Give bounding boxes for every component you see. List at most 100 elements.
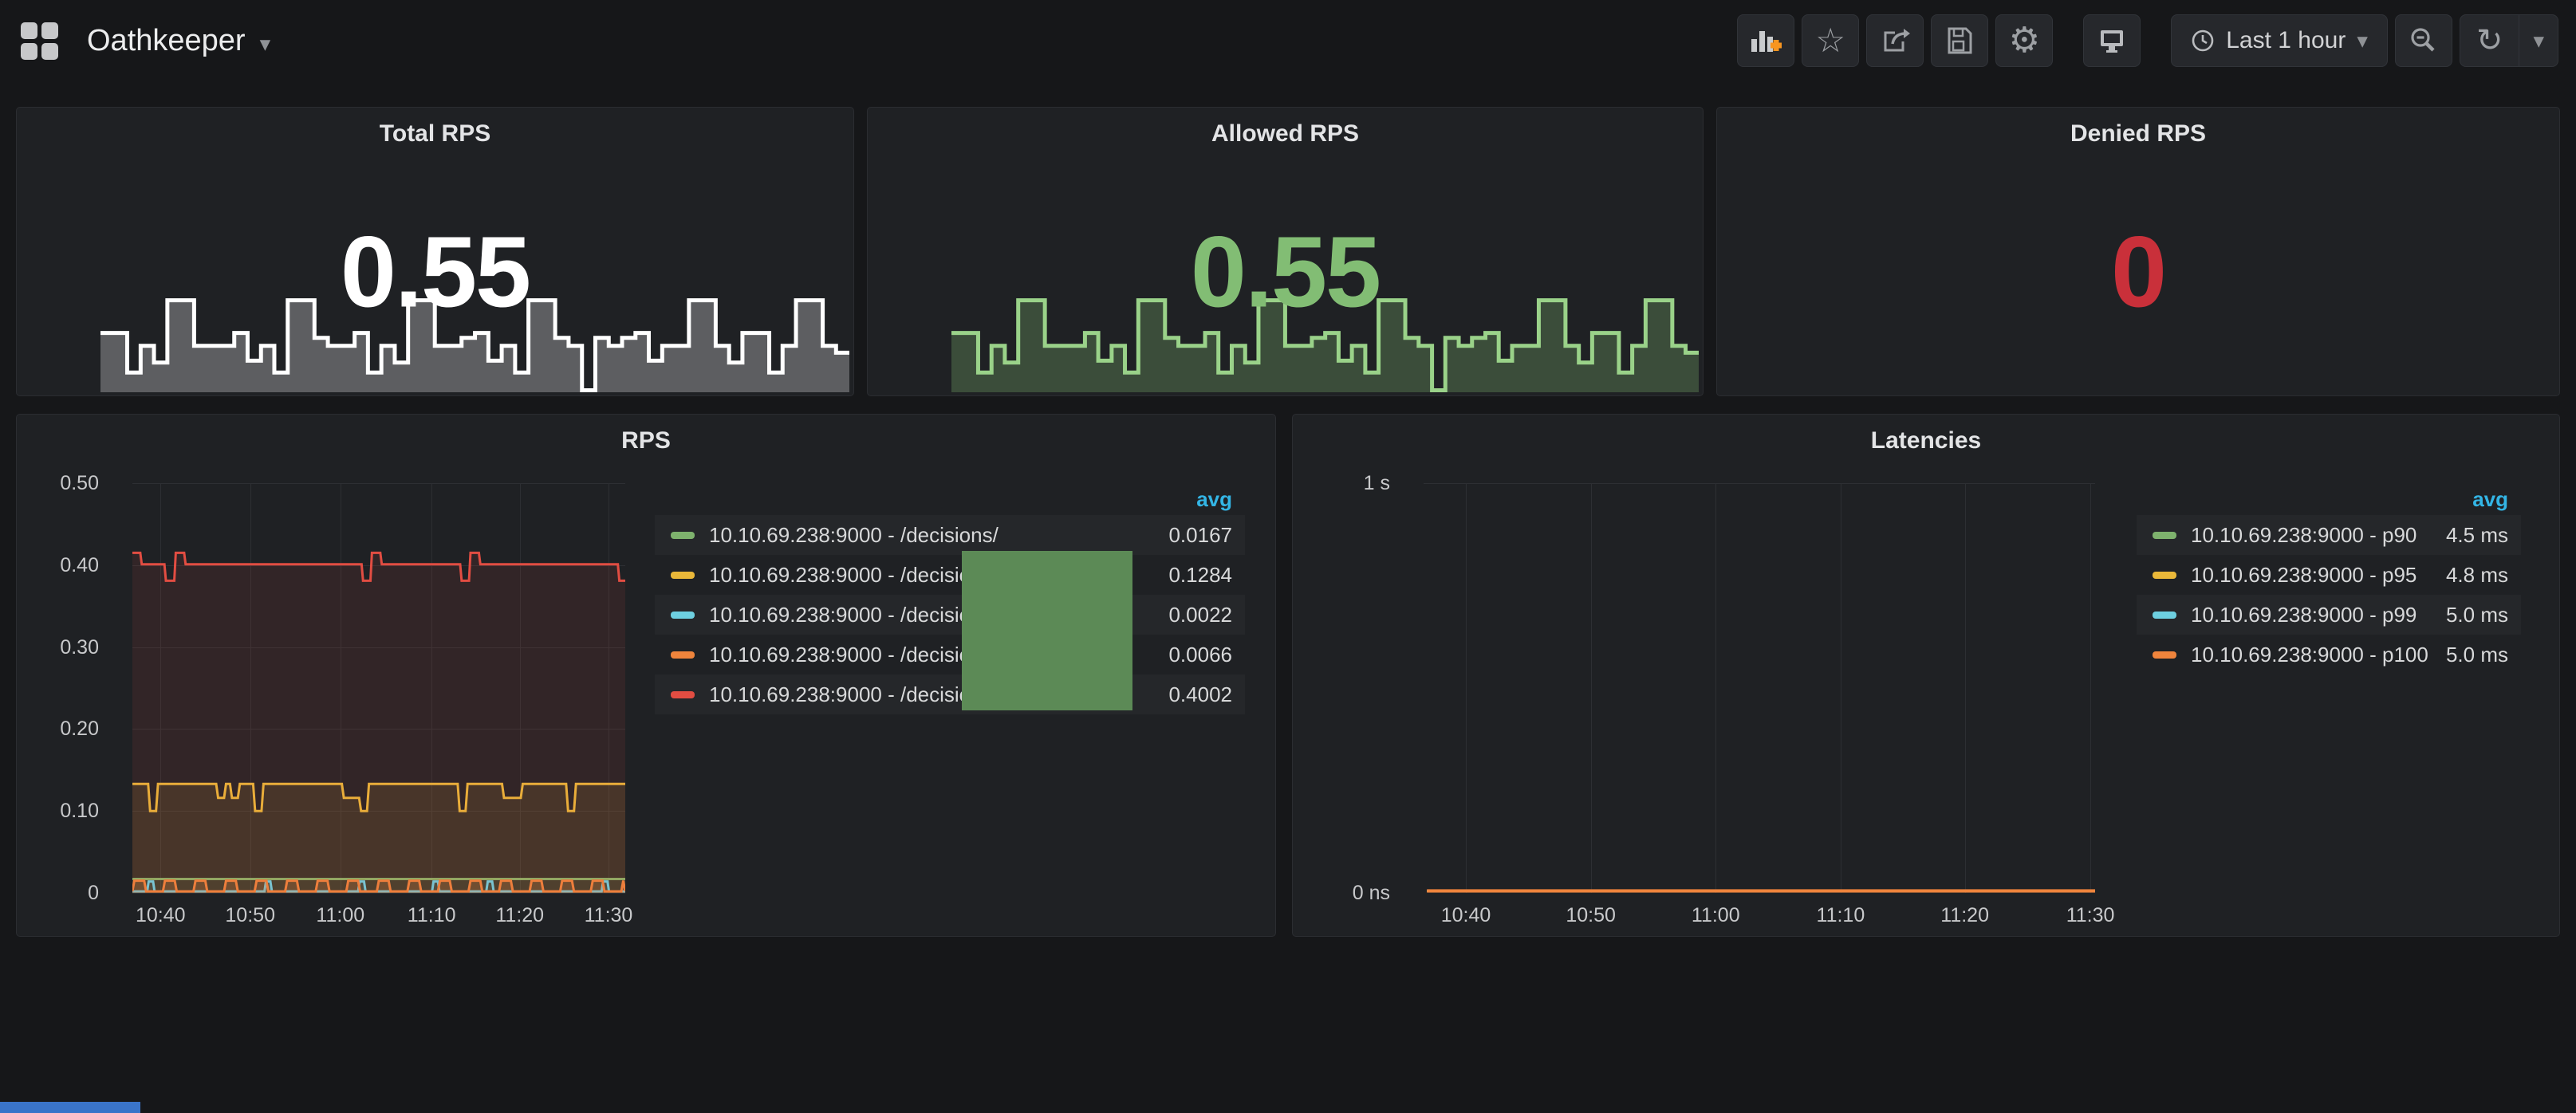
- legend-series-label: 10.10.69.238:9000 - /decisions/: [709, 523, 998, 548]
- panel-title[interactable]: RPS: [17, 427, 1275, 454]
- series-color-swatch[interactable]: [2153, 651, 2176, 659]
- panel-title[interactable]: Latencies: [1293, 427, 2559, 454]
- refresh-button-group: ↻ ▾: [2460, 14, 2558, 67]
- y-axis-tick-label: 0.10: [17, 798, 99, 824]
- y-axis-tick-label: 1 s: [1293, 470, 1390, 496]
- share-icon: [1879, 25, 1911, 57]
- star-dashboard-button[interactable]: ☆: [1802, 14, 1859, 67]
- legend-avg-value: 0.1284: [1152, 563, 1232, 588]
- panel-title[interactable]: Total RPS: [17, 120, 853, 147]
- y-axis-tick-label: 0.30: [17, 635, 99, 660]
- latencies-legend-table: avg10.10.69.238:9000 - p904.5 ms10.10.69…: [2137, 483, 2521, 674]
- legend-series-label: 10.10.69.238:9000 - /decisions/: [709, 603, 998, 627]
- x-axis-tick-label: 11:00: [1660, 904, 1771, 927]
- panel-allowed-rps: Allowed RPS 0.55: [867, 107, 1704, 396]
- dashboard-settings-button[interactable]: ⚙: [1995, 14, 2053, 67]
- add-row-button[interactable]: [0, 1102, 140, 1113]
- x-axis-tick-label: 11:30: [2034, 904, 2146, 927]
- stat-value: 0: [1717, 214, 2559, 329]
- series-color-swatch[interactable]: [671, 651, 695, 659]
- legend-avg-value: 0.0022: [1152, 603, 1232, 627]
- legend-series-label: 10.10.69.238:9000 - p90: [2191, 523, 2416, 548]
- gear-icon: ⚙: [2009, 23, 2040, 58]
- legend-avg-value: 4.8 ms: [2430, 563, 2508, 588]
- panel-title[interactable]: Allowed RPS: [868, 120, 1703, 147]
- save-dashboard-button[interactable]: [1931, 14, 1988, 67]
- time-range-label: Last 1 hour: [2226, 27, 2346, 54]
- save-icon: [1944, 25, 1975, 57]
- navbar-actions: ☆ ⚙: [1730, 14, 2558, 67]
- add-panel-icon: [1748, 25, 1783, 57]
- gridline: [132, 893, 625, 894]
- legend-series-label: 10.10.69.238:9000 - p100: [2191, 643, 2428, 667]
- legend-avg-value: 5.0 ms: [2430, 643, 2508, 667]
- y-axis-tick-label: 0.50: [17, 470, 99, 496]
- y-axis-tick-label: 0.40: [17, 553, 99, 578]
- monitor-icon: [2097, 26, 2127, 56]
- grafana-dashboard: { "navbar": { "title": "Oathkeeper", "ti…: [0, 0, 2576, 1113]
- legend-row[interactable]: 10.10.69.238:9000 - p954.8 ms: [2137, 555, 2521, 595]
- zoom-out-icon: [2409, 26, 2439, 56]
- legend-series-label: 10.10.69.238:9000 - /decisions/: [709, 563, 998, 588]
- x-axis-tick-label: 10:50: [1535, 904, 1647, 927]
- panel-rps-graph: RPS avg10.10.69.238:9000 - /decisions/0.…: [16, 414, 1276, 937]
- legend-series-label: 10.10.69.238:9000 - p99: [2191, 603, 2416, 627]
- stat-value: 0.55: [17, 214, 853, 329]
- legend-row[interactable]: 10.10.69.238:9000 - /decisions/0.0066: [655, 635, 1245, 674]
- chevron-down-icon: ▾: [2533, 30, 2544, 52]
- rps-chart-plot[interactable]: [132, 483, 625, 893]
- share-dashboard-button[interactable]: [1866, 14, 1924, 67]
- x-axis-tick-label: 11:30: [553, 904, 664, 927]
- refresh-dashboard-button[interactable]: ↻: [2460, 15, 2519, 66]
- legend-row[interactable]: 10.10.69.238:9000 - p90 4.5 ms: [2137, 515, 2521, 555]
- series-color-swatch[interactable]: [2153, 612, 2176, 619]
- panel-denied-rps: Denied RPS 0: [1716, 107, 2560, 396]
- legend-series-label: 10.10.69.238:9000 - /decisions/: [709, 682, 998, 707]
- time-range-picker[interactable]: Last 1 hour ▾: [2171, 14, 2388, 67]
- clock-icon: [2191, 29, 2215, 53]
- series-color-swatch[interactable]: [2153, 572, 2176, 579]
- refresh-interval-dropdown[interactable]: ▾: [2519, 15, 2558, 66]
- grafana-logo-icon[interactable]: [21, 22, 58, 60]
- legend-row[interactable]: 10.10.69.238:9000 - /decisions/0.0022: [655, 595, 1245, 635]
- legend-row[interactable]: 10.10.69.238:9000 - p1005.0 ms: [2137, 635, 2521, 674]
- rps-legend-table: avg10.10.69.238:9000 - /decisions/0.0167…: [655, 483, 1245, 714]
- legend-avg-value: 5.0 ms: [2430, 603, 2508, 627]
- cycle-view-mode-button[interactable]: [2083, 14, 2141, 67]
- legend-avg-header: avg: [2137, 483, 2521, 515]
- legend-series-label: 10.10.69.238:9000 - /decisions/: [709, 643, 998, 667]
- latencies-chart-plot[interactable]: [1424, 483, 2095, 893]
- panel-total-rps: Total RPS 0.55: [16, 107, 854, 396]
- y-axis-tick-label: 0: [17, 880, 99, 906]
- legend-avg-value: 0.0167: [1152, 523, 1232, 548]
- zoom-out-time-button[interactable]: [2395, 14, 2452, 67]
- legend-row[interactable]: 10.10.69.238:9000 - p99 5.0 ms: [2137, 595, 2521, 635]
- legend-overlay-box: [962, 551, 1132, 710]
- dashboard-title-dropdown[interactable]: Oathkeeper ▾: [58, 24, 270, 58]
- x-axis-tick-label: 11:10: [1785, 904, 1897, 927]
- legend-row[interactable]: 10.10.69.238:9000 - /decisions/0.0167: [655, 515, 1245, 555]
- legend-row[interactable]: 10.10.69.238:9000 - /decisions/0.1284: [655, 555, 1245, 595]
- legend-avg-header: avg: [655, 483, 1245, 515]
- chevron-down-icon: ▾: [260, 33, 271, 55]
- x-axis-tick-label: 10:40: [1410, 904, 1522, 927]
- series-color-swatch[interactable]: [671, 691, 695, 698]
- series-color-swatch[interactable]: [671, 612, 695, 619]
- add-panel-button[interactable]: [1737, 14, 1794, 67]
- y-axis-tick-label: 0 ns: [1293, 880, 1390, 906]
- legend-row[interactable]: 10.10.69.238:9000 - /decisions/0.4002: [655, 674, 1245, 714]
- navbar: Oathkeeper ▾ ☆: [0, 0, 2576, 81]
- stat-value: 0.55: [868, 214, 1703, 329]
- x-axis-tick-label: 11:20: [1909, 904, 2021, 927]
- series-color-swatch[interactable]: [2153, 532, 2176, 539]
- series-color-swatch[interactable]: [671, 532, 695, 539]
- legend-avg-value: 4.5 ms: [2430, 523, 2508, 548]
- refresh-icon: ↻: [2476, 25, 2503, 57]
- legend-avg-value: 0.0066: [1152, 643, 1232, 667]
- series-color-swatch[interactable]: [671, 572, 695, 579]
- legend-avg-value: 0.4002: [1152, 682, 1232, 707]
- panel-latencies-graph: Latencies avg 10.10.69.238:9000 - p90 4.5 …: [1292, 414, 2560, 937]
- chevron-down-icon: ▾: [2357, 30, 2368, 52]
- star-icon: ☆: [1815, 24, 1845, 57]
- panel-title[interactable]: Denied RPS: [1717, 120, 2559, 147]
